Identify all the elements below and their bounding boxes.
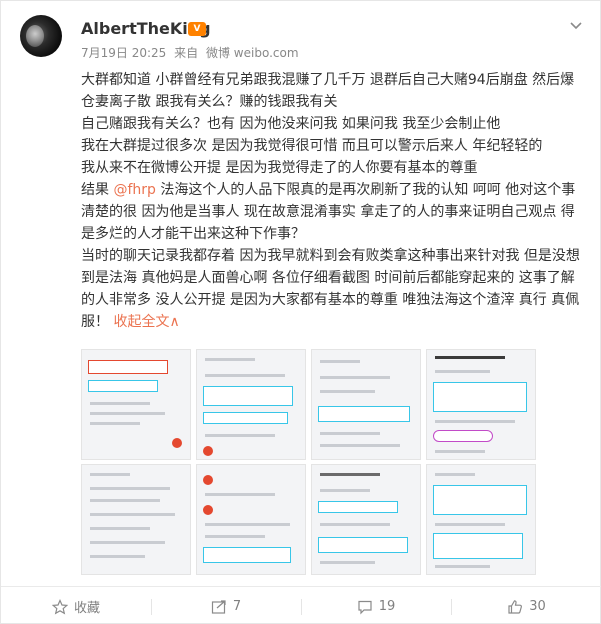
post-line: 我从来不在微博公开提 是因为我觉得走了的人你要有基本的尊重 — [81, 160, 478, 176]
mention-link[interactable]: @fhrp — [113, 182, 155, 198]
image-thumb-2[interactable] — [196, 349, 306, 460]
post-line: 到是法海 真他妈是人面兽心啊 各位仔细看截图 时间前后都能穿起来的 这事了解 — [81, 270, 575, 286]
line-rest: 法海这个人的人品下限真的是再次刷新了我的认知 呵呵 他对这个事 — [155, 182, 576, 198]
repost-count: 7 — [232, 599, 242, 614]
last-line-text: 服！ — [81, 314, 109, 330]
post-line: 仓妻离子散 跟我有关么？赚的钱跟我有关 — [81, 94, 338, 110]
favorite-label: 收藏 — [73, 601, 100, 616]
image-thumb-5[interactable] — [81, 464, 191, 575]
like-button[interactable]: 30 — [451, 587, 601, 624]
post-line: 大群都知道 小群曾经有兄弟跟我混赚了几千万 退群后自己大赌94后崩盘 然后爆 — [81, 72, 575, 88]
star-icon — [51, 598, 68, 615]
image-thumb-6[interactable] — [196, 464, 306, 575]
comment-button[interactable]: 19 — [301, 587, 451, 624]
line-prefix: 结果 — [81, 182, 114, 198]
favorite-button[interactable]: 收藏 — [1, 587, 151, 624]
post-line: 自己赌跟我有关么？也有 因为他没来问我 如果问我 我至少会制止他 — [81, 116, 501, 132]
image-grid — [81, 349, 536, 575]
post-line: 是多烂的人才能干出来这种下作事？ — [81, 226, 305, 242]
chevron-down-icon[interactable] — [568, 18, 584, 34]
like-count: 30 — [529, 599, 546, 614]
collapse-label: 收起全文 — [113, 314, 170, 330]
post-source[interactable]: 微博 weibo.com — [206, 46, 299, 60]
image-thumb-7[interactable] — [311, 464, 421, 575]
post-line: 清楚的很 因为他是当事人 现在故意混淆事实 拿走了的人的事来证明自己观点 得 — [81, 204, 575, 220]
post-line: 当时的聊天记录我都存着 因为我早就料到会有败类拿这种事出来针对我 但是没想 — [81, 248, 580, 264]
post-date[interactable]: 7月19日 20:25 — [81, 46, 166, 60]
post-line: 的人非常多 没人公开提 是因为大家都有基本的尊重 唯独法海这个渣滓 真行 真佩 — [81, 292, 580, 308]
repost-button[interactable]: 7 — [151, 587, 301, 624]
image-thumb-4[interactable] — [426, 349, 536, 460]
weibo-post-card: AlbertTheKing V 7月19日 20:25 来自 微博 weibo.… — [0, 0, 601, 624]
vip-badge-icon: V — [188, 22, 206, 36]
post-line: 服！ 收起全文∧ — [81, 311, 586, 333]
image-thumb-1[interactable] — [81, 349, 191, 460]
thumbs-up-icon — [508, 599, 523, 614]
image-thumb-3[interactable] — [311, 349, 421, 460]
avatar[interactable] — [20, 15, 62, 57]
collapse-arrow-icon: ∧ — [169, 314, 180, 330]
post-meta: 7月19日 20:25 来自 微博 weibo.com — [81, 44, 303, 61]
collapse-text-link[interactable]: 收起全文∧ — [113, 314, 179, 330]
comment-count: 19 — [378, 599, 396, 614]
post-text: 大群都知道 小群曾经有兄弟跟我混赚了几千万 退群后自己大赌94后崩盘 然后爆 仓… — [81, 69, 586, 333]
comment-icon — [358, 600, 372, 614]
source-prefix: 来自 — [174, 46, 199, 60]
post-line: 结果 @fhrp 法海这个人的人品下限真的是再次刷新了我的认知 呵呵 他对这个事 — [81, 179, 586, 201]
post-line: 我在大群提过很多次 是因为我觉得很可惜 而且可以警示后来人 年纪轻轻的 — [81, 138, 543, 154]
image-thumb-8[interactable] — [426, 464, 536, 575]
action-bar: 收藏 7 19 30 — [1, 586, 601, 624]
repost-icon — [211, 599, 226, 614]
